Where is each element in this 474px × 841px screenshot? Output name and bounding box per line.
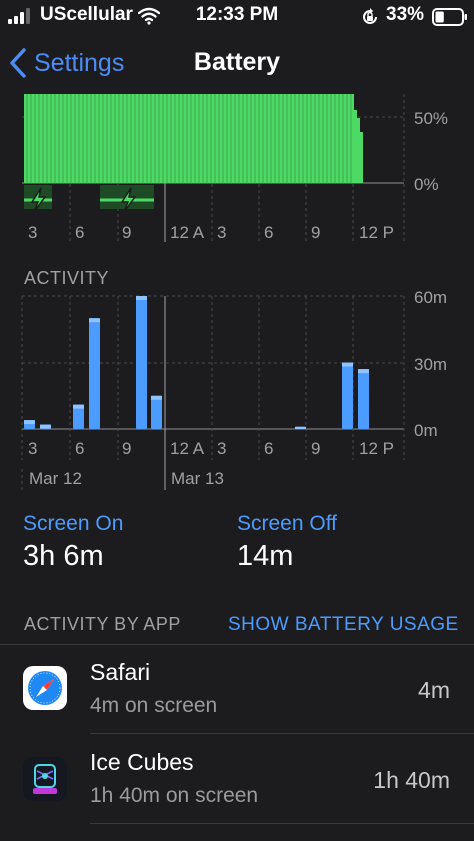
activity-chart: 60m 30m 0m 3 6 9 12 A 3 6 9 12 P Mar 12 …	[21, 288, 447, 490]
page-title: Battery	[193, 48, 281, 76]
battery-x-label: 9	[311, 223, 320, 242]
battery-x-label: 3	[28, 223, 37, 242]
show-battery-usage-button[interactable]: SHOW BATTERY USAGE	[228, 614, 459, 636]
battery-icon	[432, 8, 467, 26]
battery-x-label: 3	[217, 223, 226, 242]
battery-x-label: 6	[75, 223, 84, 242]
app-name: Ice Cubes	[90, 749, 194, 775]
battery-screen: UScellular 12:33 PM 33% Settings Battery…	[0, 0, 474, 841]
activity-bar-cap	[24, 420, 35, 425]
screen-off-label: Screen Off	[237, 512, 337, 535]
screen-on-label: Screen On	[23, 512, 124, 535]
activity-bar-cap	[151, 395, 162, 400]
battery-y-label-0: 0%	[414, 175, 439, 194]
date-label: Mar 12	[29, 469, 82, 488]
orientation-lock-icon	[363, 8, 377, 24]
activity-x-label: 3	[28, 439, 37, 458]
app-name: Safari	[90, 659, 151, 685]
activity-bar[interactable]	[136, 296, 147, 429]
activity-bar-cap	[40, 424, 51, 429]
app-row-ice-cubes[interactable]: Ice Cubes 1h 40m on screen 1h 40m	[0, 735, 474, 825]
app-detail: 1h 40m on screen	[90, 784, 259, 807]
battery-level-chart: 50% 0% 3 6 9 12 A 3 6 9 12 P	[22, 94, 448, 242]
activity-y-label: 30m	[414, 355, 447, 374]
activity-bar-cap	[73, 404, 84, 409]
battery-x-label: 9	[122, 223, 131, 242]
screen-off-value: 14m	[237, 540, 294, 572]
app-row-safari[interactable]: Safari 4m on screen 4m	[0, 645, 474, 735]
activity-x-label: 6	[264, 439, 273, 458]
divider	[90, 733, 474, 734]
activity-x-label: 9	[311, 439, 320, 458]
battery-x-label: 12 A	[170, 223, 205, 242]
safari-icon	[23, 666, 67, 710]
app-time: 4m	[418, 677, 450, 703]
battery-percent: 33%	[386, 4, 425, 25]
activity-by-app-label: ACTIVITY BY APP	[24, 614, 181, 634]
activity-bar-cap	[342, 362, 353, 367]
activity-x-label: 9	[122, 439, 131, 458]
activity-bar[interactable]	[358, 369, 369, 429]
activity-bar[interactable]	[342, 362, 353, 430]
activity-x-label: 3	[217, 439, 226, 458]
ice-cubes-icon	[23, 757, 67, 801]
activity-bar-cap	[89, 318, 100, 323]
activity-bar-cap	[358, 369, 369, 374]
battery-y-label-50: 50%	[414, 109, 448, 128]
charging-indicators	[24, 185, 154, 213]
activity-x-label: 6	[75, 439, 84, 458]
activity-bar[interactable]	[89, 318, 100, 429]
activity-bar[interactable]	[151, 395, 162, 430]
activity-bar-cap	[136, 296, 147, 300]
status-bar: UScellular 12:33 PM 33%	[0, 0, 474, 32]
activity-x-label: 12 P	[359, 439, 394, 458]
battery-x-label: 12 P	[359, 223, 394, 242]
activity-y-label: 0m	[414, 421, 438, 440]
battery-x-label: 6	[264, 223, 273, 242]
navigation-bar: Settings Battery	[0, 32, 474, 94]
screen-on-value: 3h 6m	[23, 540, 104, 572]
divider	[90, 823, 474, 824]
activity-bar-cap	[295, 426, 306, 429]
app-time: 1h 40m	[373, 767, 450, 793]
app-detail: 4m on screen	[90, 694, 218, 717]
date-label: Mar 13	[171, 469, 224, 488]
activity-y-label: 60m	[414, 288, 447, 307]
activity-x-label: 12 A	[170, 439, 205, 458]
